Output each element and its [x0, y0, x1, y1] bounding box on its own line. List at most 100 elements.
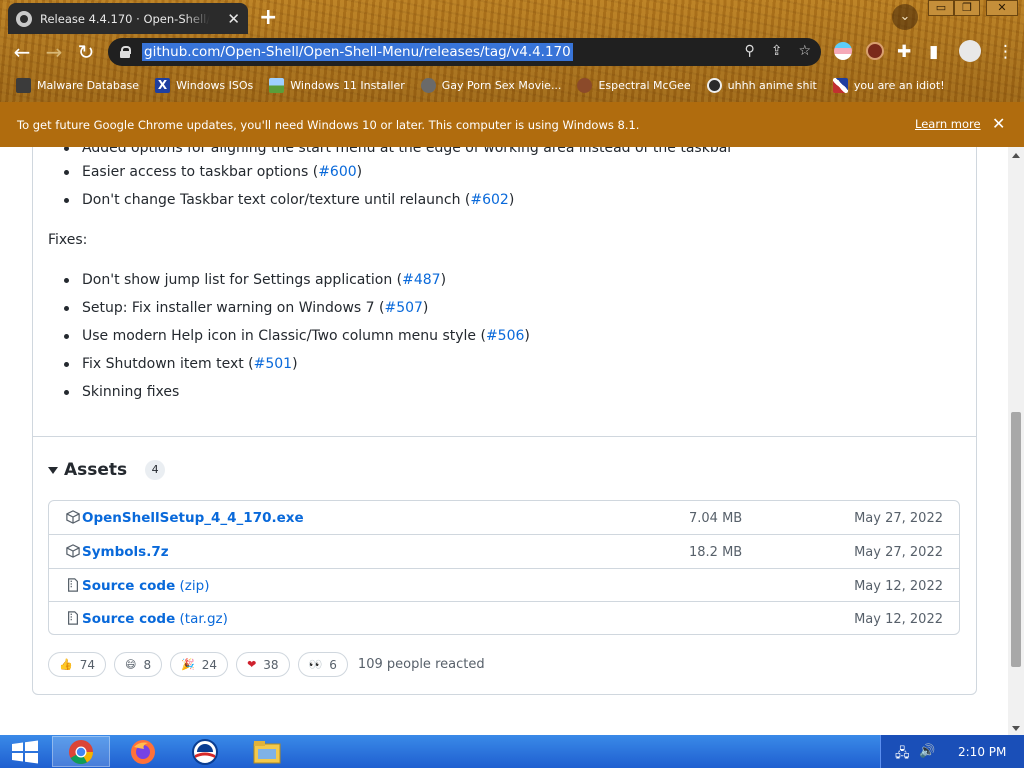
bookmark-label: you are an idiot! — [853, 78, 945, 92]
taskbar-file-explorer[interactable] — [238, 736, 296, 767]
taskbar-firefox[interactable] — [114, 736, 172, 767]
list-item-tail: ) — [440, 272, 447, 288]
asset-name[interactable]: OpenShellSetup_4_4_170.exe — [82, 510, 304, 526]
reaction-eyes[interactable]: 👀 6 — [297, 652, 348, 677]
profile-avatar-icon[interactable] — [959, 40, 981, 62]
taskbar-chrome[interactable] — [52, 736, 110, 767]
asset-name[interactable]: Source code — [82, 578, 175, 594]
laugh-icon: 😄 — [124, 658, 137, 671]
issue-link-507[interactable]: #507 — [384, 300, 422, 316]
asset-date: May 12, 2022 — [854, 612, 943, 627]
search-icon[interactable]: ⚲ — [744, 43, 754, 59]
restore-button[interactable]: ❐ — [954, 0, 980, 16]
issue-link-487[interactable]: #487 — [402, 272, 440, 288]
tab-search-icon[interactable]: ⌄ — [892, 4, 918, 30]
new-tab-button[interactable]: + — [259, 5, 277, 30]
scroll-down-icon[interactable] — [1012, 726, 1020, 731]
issue-link-506[interactable]: #506 — [486, 328, 524, 344]
list-item-text: Setup: Fix installer warning on Windows … — [82, 300, 385, 316]
share-icon[interactable]: ⇪ — [771, 43, 783, 59]
bookmark-label: Gay Porn Sex Movie... — [441, 78, 562, 92]
browser-chrome: Release 4.4.170 · Open-Shell/Open-Shell-… — [0, 0, 1024, 102]
infobar-close-icon[interactable]: ✕ — [992, 114, 1005, 133]
learn-more-link[interactable]: Learn more — [915, 117, 981, 131]
package-icon — [66, 510, 80, 524]
list-item-text: Fix Shutdown item text ( — [82, 356, 254, 372]
asset-suffix[interactable]: (zip) — [175, 578, 210, 594]
bookmark-uhhh-anime[interactable]: uhhh anime shit — [706, 77, 817, 93]
reaction-count: 8 — [143, 657, 152, 672]
scroll-up-icon[interactable] — [1012, 153, 1020, 158]
reaction-hooray[interactable]: 🎉 24 — [170, 652, 229, 677]
asset-row: Symbols.7z 18.2 MB May 27, 2022 — [49, 534, 959, 568]
bookmark-gay-porn-sex-movie[interactable]: Gay Porn Sex Movie... — [420, 77, 562, 93]
issue-link-501[interactable]: #501 — [254, 356, 292, 372]
tab-close-icon[interactable]: ✕ — [227, 10, 240, 28]
list-item: Don't change Taskbar text color/texture … — [48, 192, 514, 208]
issue-link-600[interactable]: #600 — [318, 164, 356, 180]
asset-name[interactable]: Symbols.7z — [82, 544, 169, 560]
assets-toggle[interactable]: Assets 4 — [48, 460, 166, 480]
issue-link-602[interactable]: #602 — [470, 192, 508, 208]
asset-link-exe[interactable]: OpenShellSetup_4_4_170.exe — [82, 510, 304, 526]
address-bar[interactable]: github.com/Open-Shell/Open-Shell-Menu/re… — [108, 38, 821, 66]
section-divider — [33, 436, 976, 437]
bookmark-you-are-an-idiot[interactable]: you are an idiot! — [832, 77, 945, 93]
asset-link-source-zip[interactable]: Source code (zip) — [82, 578, 209, 594]
infobar-message: To get future Google Chrome updates, you… — [17, 117, 640, 132]
asset-date: May 27, 2022 — [854, 545, 943, 560]
asset-name[interactable]: Source code — [82, 611, 175, 627]
package-icon — [66, 544, 80, 558]
bookmark-windows-isos[interactable]: X Windows ISOs — [155, 77, 253, 93]
list-item-text: Don't change Taskbar text color/texture … — [82, 192, 471, 208]
anime-icon — [706, 77, 722, 93]
list-item: Don't show jump list for Settings applic… — [48, 272, 446, 288]
bookmark-label: Windows 11 Installer — [290, 78, 405, 92]
menu-kebab-icon[interactable]: ⋮ — [997, 42, 1014, 62]
lock-icon[interactable] — [120, 46, 131, 58]
image-icon — [269, 77, 285, 93]
side-panel-icon[interactable]: ▮ — [929, 42, 938, 62]
asset-row: Source code (zip) May 12, 2022 — [49, 568, 959, 602]
asset-size: 7.04 MB — [689, 511, 743, 526]
url-text[interactable]: github.com/Open-Shell/Open-Shell-Menu/re… — [142, 43, 573, 61]
caret-down-icon — [48, 466, 58, 474]
update-infobar: To get future Google Chrome updates, you… — [0, 102, 1024, 147]
bookmark-malware-database[interactable]: Malware Database — [16, 77, 139, 93]
extension-avatar-icon[interactable] — [866, 42, 884, 60]
bookmark-espectral-mcgee[interactable]: Espectral McGee — [577, 77, 691, 93]
bookmark-star-icon[interactable]: ☆ — [798, 43, 811, 59]
reaction-thumbs-up[interactable]: 👍 74 — [48, 652, 106, 677]
reaction-count: 24 — [201, 657, 218, 672]
file-zip-icon — [68, 578, 78, 592]
assets-title: Assets — [64, 460, 128, 480]
asset-suffix[interactable]: (tar.gz) — [175, 611, 228, 627]
bookmark-windows-11-installer[interactable]: Windows 11 Installer — [269, 77, 405, 93]
volume-icon[interactable]: 🔊 — [919, 744, 935, 759]
list-item: Fix Shutdown item text (#501) — [48, 356, 298, 372]
extension-flag-icon[interactable] — [834, 42, 852, 60]
network-icon[interactable]: 🖧 — [895, 744, 910, 766]
browser-tab-active[interactable]: Release 4.4.170 · Open-Shell/Open-Shell-… — [8, 3, 248, 34]
assets-count-badge: 4 — [145, 460, 166, 480]
reaction-heart[interactable]: ❤ 38 — [236, 652, 290, 677]
minimize-button[interactable]: ▭ — [928, 0, 954, 16]
taskbar-obama-app[interactable] — [176, 736, 234, 767]
windows-taskbar: 🖧 🔊 2:10 PM — [0, 735, 1024, 768]
extensions-puzzle-icon[interactable]: ✚ — [897, 42, 911, 62]
asset-link-source-targz[interactable]: Source code (tar.gz) — [82, 611, 228, 627]
forward-arrow-icon[interactable]: → — [41, 40, 67, 64]
close-window-button[interactable]: ✕ — [986, 0, 1018, 16]
file-zip-icon — [68, 611, 78, 625]
scroll-thumb[interactable] — [1011, 412, 1021, 667]
reaction-laugh[interactable]: 😄 8 — [113, 652, 163, 677]
reload-icon[interactable]: ↻ — [73, 40, 99, 64]
windows-start-icon[interactable] — [10, 740, 40, 764]
asset-link-symbols[interactable]: Symbols.7z — [82, 544, 169, 560]
eyes-icon: 👀 — [308, 658, 323, 671]
reaction-count: 74 — [79, 657, 95, 672]
page-scrollbar[interactable] — [1008, 147, 1024, 735]
list-item: Use modern Help icon in Classic/Two colu… — [48, 328, 530, 344]
taskbar-clock[interactable]: 2:10 PM — [958, 745, 1006, 759]
back-arrow-icon[interactable]: ← — [9, 40, 35, 64]
